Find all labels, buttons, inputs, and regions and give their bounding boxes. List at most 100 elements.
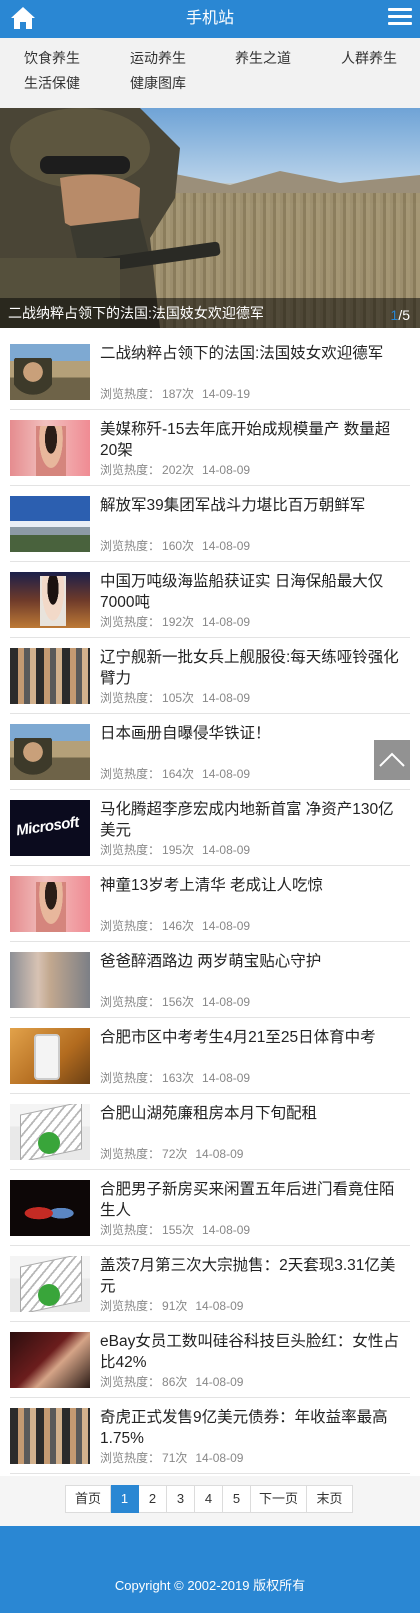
views-count: 91次 <box>162 1299 188 1313</box>
news-thumbnail[interactable] <box>10 344 90 400</box>
views-count: 163次 <box>162 1071 195 1085</box>
news-item[interactable]: 美媒称歼-15去年底开始成规模量产 数量超20架浏览热度： 202次 14-08-0… <box>10 410 410 486</box>
news-meta: 浏览热度： 155次 14-08-09 <box>100 1221 250 1238</box>
views-label: 浏览热度： <box>100 539 161 553</box>
news-thumbnail[interactable] <box>10 952 90 1008</box>
views-count: 155次 <box>162 1223 195 1237</box>
views-count: 164次 <box>162 767 195 781</box>
views-label: 浏览热度： <box>100 1147 161 1161</box>
news-item[interactable]: 辽宁舰新一批女兵上舰服役:每天练哑铃强化臂力 浏览热度： 105次 14-08-09 <box>10 638 410 714</box>
page-3-button[interactable]: 3 <box>167 1485 195 1513</box>
news-title[interactable]: 合肥市区中考考生4月21至25日体育中考 <box>100 1027 406 1048</box>
news-thumbnail[interactable] <box>10 1256 90 1312</box>
views-count: 202次 <box>162 463 195 477</box>
news-title[interactable]: 合肥山湖苑廉租房本月下旬配租 <box>100 1103 406 1124</box>
category-diet[interactable]: 饮食养生 <box>24 47 80 69</box>
news-title[interactable]: 盖茨7月第三次大宗抛售：2天套现3.31亿美元 <box>100 1255 406 1297</box>
page-4-button[interactable]: 4 <box>195 1485 223 1513</box>
news-item[interactable]: 二战纳粹占领下的法国:法国妓女欢迎德军浏览热度： 187次 14-09-19 <box>10 334 410 410</box>
news-date: 14-08-09 <box>195 1299 244 1313</box>
news-title[interactable]: 二战纳粹占领下的法国:法国妓女欢迎德军 <box>100 343 406 364</box>
news-thumbnail[interactable] <box>10 1332 90 1388</box>
news-item[interactable]: 合肥市区中考考生4月21至25日体育中考浏览热度： 163次 14-08-09 <box>10 1018 410 1094</box>
page-next-button[interactable]: 下一页 <box>251 1485 307 1513</box>
news-meta: 浏览热度： 71次 14-08-09 <box>100 1449 243 1466</box>
news-thumbnail[interactable] <box>10 572 90 628</box>
news-title[interactable]: 神童13岁考上清华 老成让人吃惊 <box>100 875 406 896</box>
news-thumbnail[interactable] <box>10 724 90 780</box>
banner-slider[interactable]: 二战纳粹占领下的法国:法国妓女欢迎德军 1/5 <box>0 108 420 328</box>
news-thumbnail[interactable] <box>10 648 90 704</box>
page-last-button[interactable]: 末页 <box>307 1485 353 1513</box>
banner-caption[interactable]: 二战纳粹占领下的法国:法国妓女欢迎德军 <box>8 303 264 323</box>
news-title[interactable]: eBay女员工数叫硅谷科技巨头脸红：女性占比42% <box>100 1331 406 1373</box>
views-count: 146次 <box>162 919 195 933</box>
news-date: 14-08-09 <box>195 1451 244 1465</box>
page-1-button[interactable]: 1 <box>111 1485 139 1513</box>
news-title[interactable]: 解放军39集团军战斗力堪比百万朝鲜军 <box>100 495 406 516</box>
news-item[interactable]: 解放军39集团军战斗力堪比百万朝鲜军 浏览热度： 160次 14-08-09 <box>10 486 410 562</box>
news-title[interactable]: 美媒称歼-15去年底开始成规模量产 数量超20架 <box>100 419 406 461</box>
views-count: 86次 <box>162 1375 188 1389</box>
news-item[interactable]: 合肥男子新房买来闲置五年后进门看竟住陌生人浏览热度： 155次 14-08-09 <box>10 1170 410 1246</box>
views-label: 浏览热度： <box>100 463 161 477</box>
news-title[interactable]: 合肥男子新房买来闲置五年后进门看竟住陌生人 <box>100 1179 406 1221</box>
banner-pager-total: /5 <box>398 307 410 323</box>
news-item[interactable]: Microsoft 马化腾超李彦宏成内地新首富 净资产130亿美元 浏览热度： 195… <box>10 790 410 866</box>
news-thumbnail[interactable] <box>10 1408 90 1464</box>
views-label: 浏览热度： <box>100 995 161 1009</box>
news-meta: 浏览热度： 156次 14-08-09 <box>100 993 250 1010</box>
views-label: 浏览热度： <box>100 1223 161 1237</box>
views-label: 浏览热度： <box>100 919 161 933</box>
views-label: 浏览热度： <box>100 1071 161 1085</box>
news-thumbnail[interactable] <box>10 420 90 476</box>
views-label: 浏览热度： <box>100 1375 161 1389</box>
news-meta: 浏览热度： 192次 14-08-09 <box>100 613 250 630</box>
news-title[interactable]: 中国万吨级海监船获证实 日海保船最大仅7000吨 <box>100 571 406 613</box>
menu-icon[interactable] <box>388 5 412 31</box>
news-date: 14-08-09 <box>202 1071 251 1085</box>
news-item[interactable]: 盖茨7月第三次大宗抛售：2天套现3.31亿美元 浏览热度： 91次 14-08-09 <box>10 1246 410 1322</box>
views-count: 195次 <box>162 843 195 857</box>
news-date: 14-08-09 <box>202 691 251 705</box>
news-meta: 浏览热度： 202次 14-08-09 <box>100 461 250 478</box>
views-label: 浏览热度： <box>100 615 161 629</box>
news-thumbnail[interactable] <box>10 1180 90 1236</box>
news-date: 14-08-09 <box>202 843 251 857</box>
news-title[interactable]: 辽宁舰新一批女兵上舰服役:每天练哑铃强化臂力 <box>100 647 406 689</box>
news-date: 14-09-19 <box>202 387 251 401</box>
pagination-area: 首页 1 2 3 4 5 下一页 末页 <box>0 1476 420 1526</box>
banner-soldier-image <box>0 108 221 328</box>
news-date: 14-08-09 <box>202 1223 251 1237</box>
views-count: 72次 <box>162 1147 188 1161</box>
category-life[interactable]: 生活保健 <box>24 72 80 94</box>
news-item[interactable]: 爸爸醉酒路边 两岁萌宝贴心守护浏览热度： 156次 14-08-09 <box>10 942 410 1018</box>
category-gallery[interactable]: 健康图库 <box>130 72 186 94</box>
page-5-button[interactable]: 5 <box>223 1485 251 1513</box>
news-item[interactable]: 神童13岁考上清华 老成让人吃惊 浏览热度： 146次 14-08-09 <box>10 866 410 942</box>
news-thumbnail[interactable]: Microsoft <box>10 800 90 856</box>
news-item[interactable]: 合肥山湖苑廉租房本月下旬配租 浏览热度： 72次 14-08-09 <box>10 1094 410 1170</box>
page-first-button[interactable]: 首页 <box>65 1485 111 1513</box>
news-date: 14-08-09 <box>202 463 251 477</box>
news-title[interactable]: 爸爸醉酒路边 两岁萌宝贴心守护 <box>100 951 406 972</box>
news-title[interactable]: 马化腾超李彦宏成内地新首富 净资产130亿美元 <box>100 799 406 841</box>
news-item[interactable]: 奇虎正式发售9亿美元债券：年收益率最高1.75% 浏览热度： 71次 14-08-09 <box>10 1398 410 1474</box>
news-title[interactable]: 奇虎正式发售9亿美元债券：年收益率最高1.75% <box>100 1407 406 1449</box>
views-count: 156次 <box>162 995 195 1009</box>
category-people[interactable]: 人群养生 <box>341 47 397 69</box>
news-thumbnail[interactable] <box>10 1028 90 1084</box>
news-thumbnail[interactable] <box>10 496 90 552</box>
views-label: 浏览热度： <box>100 1451 161 1465</box>
category-sport[interactable]: 运动养生 <box>130 47 186 69</box>
news-item[interactable]: 中国万吨级海监船获证实 日海保船最大仅7000吨 浏览热度： 192次 14-08-0… <box>10 562 410 638</box>
news-item[interactable]: 日本画册自曝侵华铁证！ 浏览热度： 164次 14-08-09 <box>10 714 410 790</box>
category-wellness[interactable]: 养生之道 <box>235 47 291 69</box>
page-2-button[interactable]: 2 <box>139 1485 167 1513</box>
news-meta: 浏览热度： 187次 14-09-19 <box>100 385 250 402</box>
news-title[interactable]: 日本画册自曝侵华铁证！ <box>100 723 406 744</box>
news-thumbnail[interactable] <box>10 1104 90 1160</box>
news-item[interactable]: eBay女员工数叫硅谷科技巨头脸红：女性占比42% 浏览热度： 86次 14-08-0… <box>10 1322 410 1398</box>
news-thumbnail[interactable] <box>10 876 90 932</box>
back-to-top-icon[interactable] <box>374 740 410 780</box>
